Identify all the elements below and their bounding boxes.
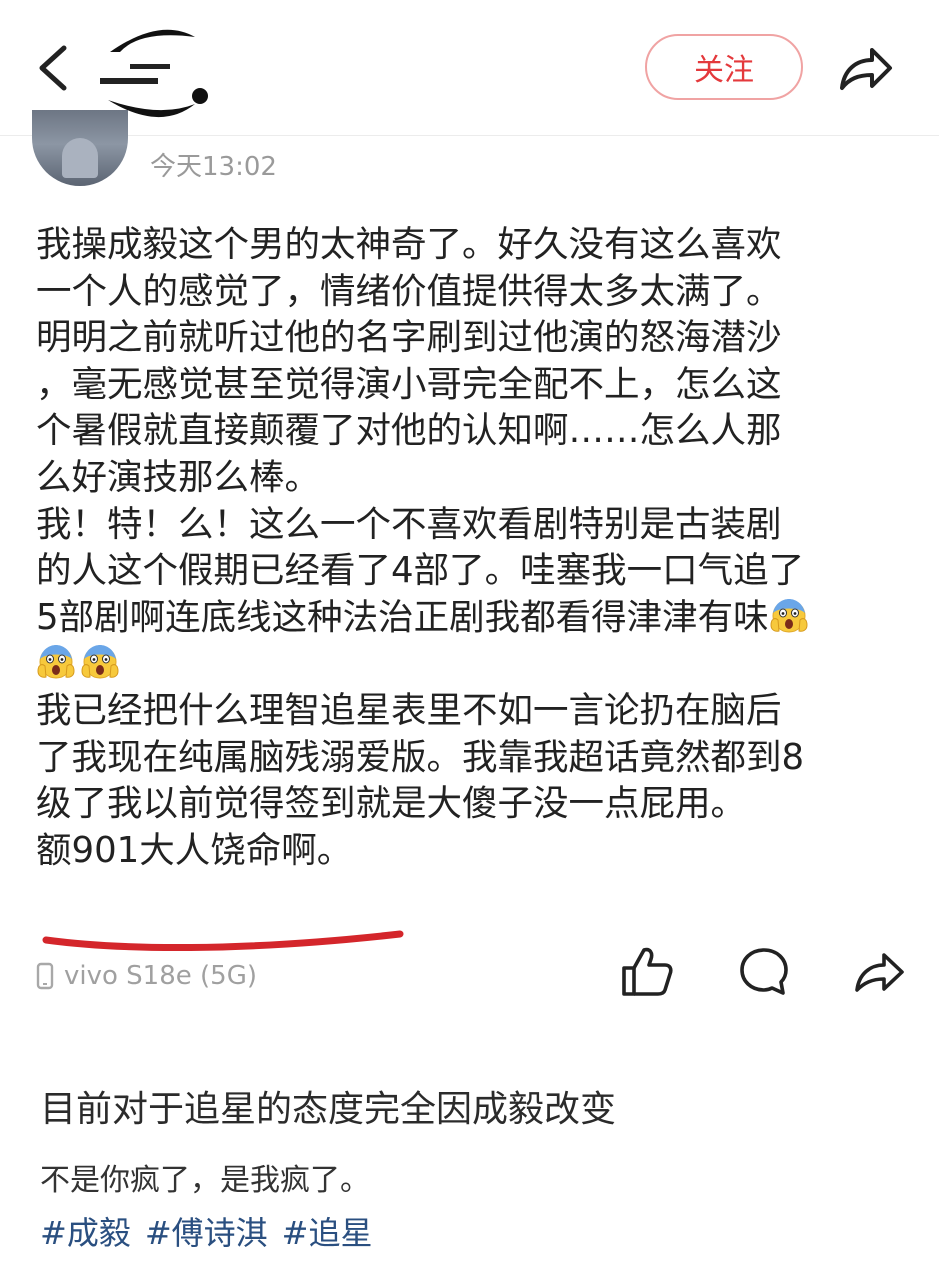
post-line: 一个人的感觉了，情绪价值提供得太多太满了。 [36, 270, 782, 312]
post-body: 我操成毅这个男的太神奇了。好久没有这么喜欢 一个人的感觉了，情绪价值提供得太多太… [36, 222, 916, 874]
post-line [36, 641, 916, 688]
hashtag-link[interactable]: #成毅 [40, 1208, 131, 1254]
comment-icon[interactable] [737, 944, 791, 998]
avatar[interactable] [32, 110, 128, 186]
post-line: 额901大人饶命啊。 [36, 829, 353, 871]
topic-description: 不是你疯了，是我疯了。 [40, 1163, 370, 1198]
header-divider [0, 135, 939, 136]
post-line: 我操成毅这个男的太神奇了。好久没有这么喜欢 [36, 224, 782, 265]
post-timestamp: 今天13:02 [150, 152, 277, 182]
post-line: 的人这个假期已经看了4部了。哇塞我一口气追了 [36, 550, 805, 592]
hashtag-link[interactable]: #追星 [282, 1208, 373, 1254]
post-line: 我已经把什么理智追星表里不如一言论扔在脑后 [36, 689, 782, 731]
device-info: vivo S18e (5G) [36, 958, 257, 994]
hashtag-link[interactable]: #傅诗淇 [145, 1208, 268, 1254]
section-separator [0, 1040, 939, 1058]
hashtag-list: #成毅 #傅诗淇 #追星 [40, 1208, 372, 1254]
post-line: 5部剧啊连底线这种法治正剧我都看得津津有味 [36, 595, 916, 642]
post-line: 了我现在纯属脑残溺爱版。我靠我超话竟然都到8 [36, 736, 805, 778]
post-line-text: 5部剧啊连底线这种法治正剧我都看得津津有味 [36, 596, 769, 638]
scream-emoji-icon [770, 598, 808, 633]
phone-icon [36, 962, 54, 990]
post-line: 个暑假就直接颠覆了对他的认知啊……怎么人那 [36, 410, 782, 452]
post-line: 级了我以前觉得签到就是大傻子没一点屁用。 [36, 783, 747, 825]
topic-title: 目前对于追星的态度完全因成毅改变 [40, 1089, 617, 1130]
share-icon[interactable] [852, 944, 906, 998]
post-line: 我！特！么！这么一个不喜欢看剧特别是古装剧 [36, 503, 782, 545]
post-line: 么好演技那么棒。 [36, 456, 321, 498]
redacted-username-mark [100, 29, 208, 118]
share-icon[interactable] [836, 42, 894, 94]
scream-emoji-icon [37, 644, 75, 679]
back-arrow-icon[interactable] [34, 42, 74, 94]
scream-emoji-icon [81, 644, 119, 679]
top-bar: 关注 [0, 0, 939, 135]
red-underline-mark [42, 930, 404, 952]
post-line: ，毫无感觉甚至觉得演小哥完全配不上，怎么这 [36, 363, 782, 405]
follow-button[interactable]: 关注 [645, 34, 803, 100]
like-icon[interactable] [620, 944, 674, 998]
post-line: 明明之前就听过他的名字刷到过他演的怒海潜沙 [36, 317, 782, 359]
device-label: vivo S18e (5G) [64, 961, 257, 991]
